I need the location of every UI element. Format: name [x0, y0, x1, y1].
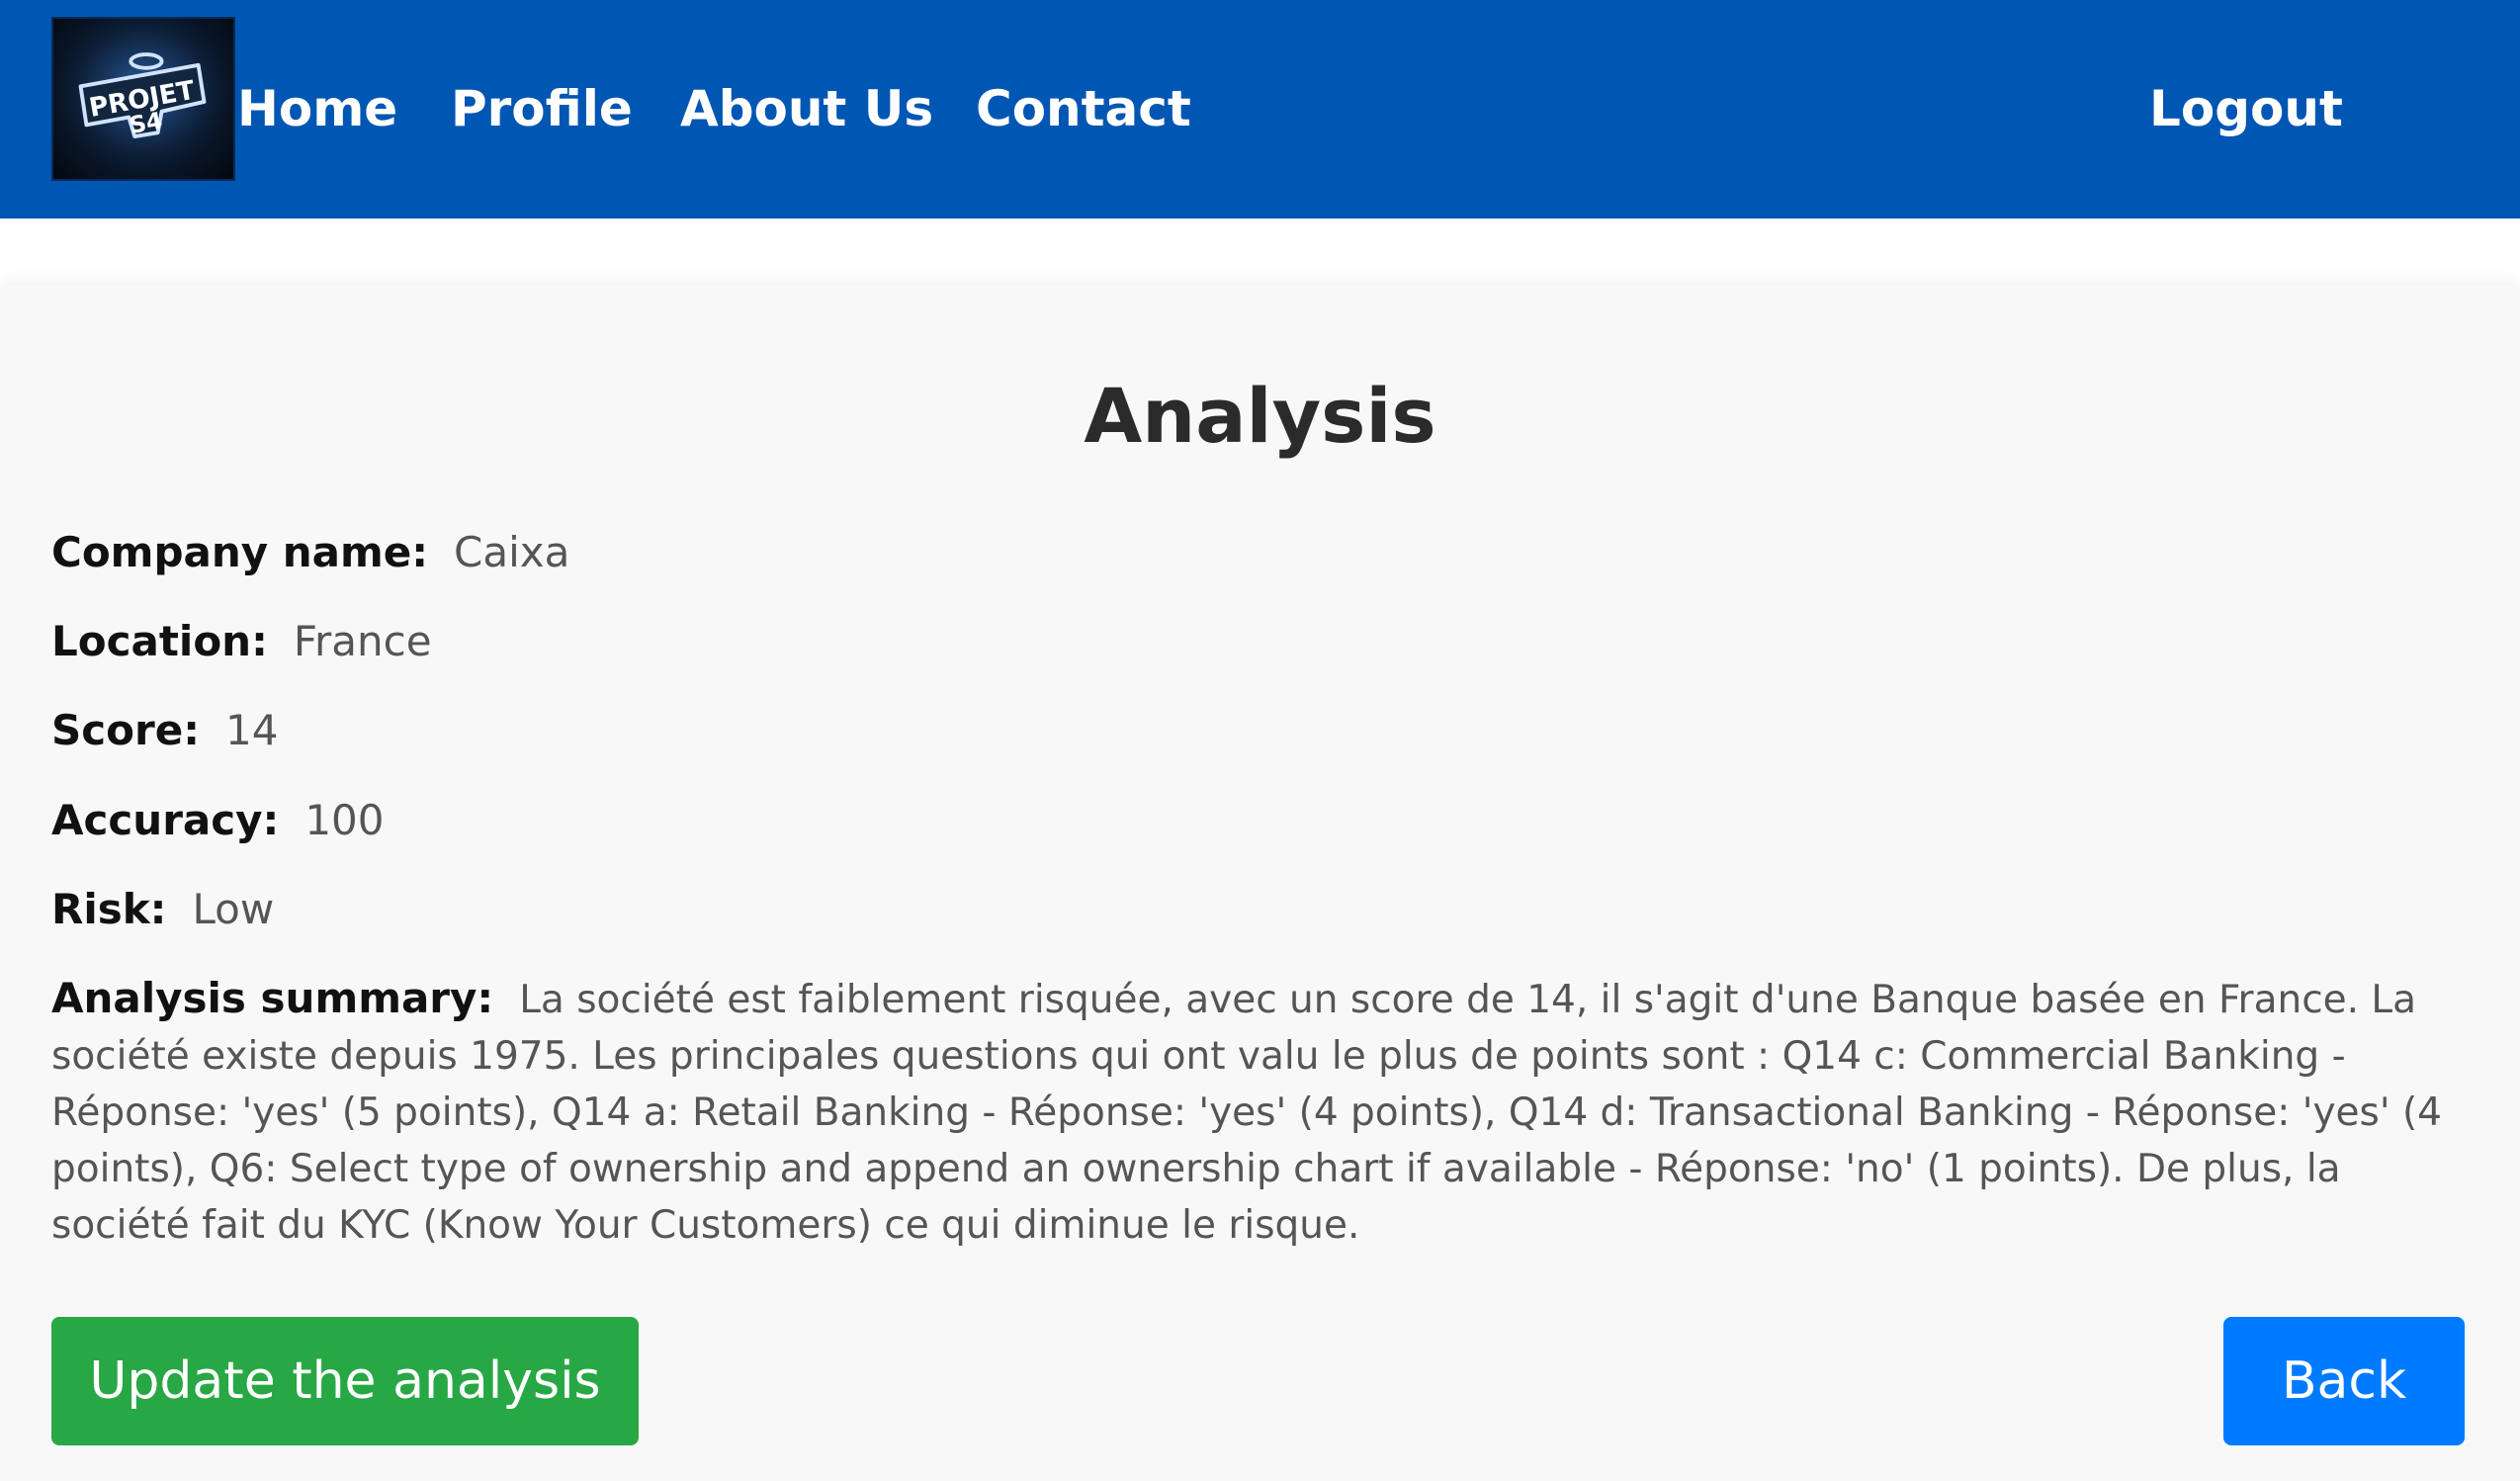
- analysis-summary: Analysis summary: La société est faibleme…: [51, 970, 2464, 1254]
- navbar: PROJET S4 Home Profile About Us Contact …: [0, 0, 2520, 218]
- company-name-row: Company name: Caixa: [51, 524, 569, 580]
- nav-home-link[interactable]: Home: [237, 67, 397, 150]
- analysis-panel: Analysis Company name: Caixa Location: Fra…: [0, 285, 2520, 1481]
- score-value: 14: [225, 706, 279, 754]
- risk-row: Risk: Low: [51, 881, 274, 937]
- risk-label: Risk:: [51, 885, 167, 933]
- back-button[interactable]: Back: [2223, 1317, 2465, 1445]
- nav-logout-link[interactable]: Logout: [2149, 67, 2343, 150]
- score-label: Score:: [51, 706, 200, 754]
- company-name-value: Caixa: [454, 528, 570, 576]
- score-row: Score: 14: [51, 702, 278, 758]
- company-name-label: Company name:: [51, 528, 429, 576]
- location-row: Location: France: [51, 613, 432, 669]
- location-label: Location:: [51, 617, 268, 665]
- accuracy-value: 100: [304, 796, 385, 844]
- logo-text-line2: S4: [128, 107, 165, 139]
- analysis-summary-label: Analysis summary:: [51, 974, 494, 1022]
- projet-s4-logo[interactable]: PROJET S4: [51, 17, 235, 181]
- accuracy-row: Accuracy: 100: [51, 792, 385, 848]
- nav-profile-link[interactable]: Profile: [451, 67, 633, 150]
- nav-about-us-link[interactable]: About Us: [680, 67, 933, 150]
- update-analysis-button[interactable]: Update the analysis: [51, 1317, 639, 1445]
- location-value: France: [293, 617, 432, 665]
- accuracy-label: Accuracy:: [51, 796, 280, 844]
- risk-value: Low: [192, 885, 275, 933]
- nav-contact-link[interactable]: Contact: [976, 67, 1191, 150]
- page-title: Analysis: [1084, 372, 1436, 460]
